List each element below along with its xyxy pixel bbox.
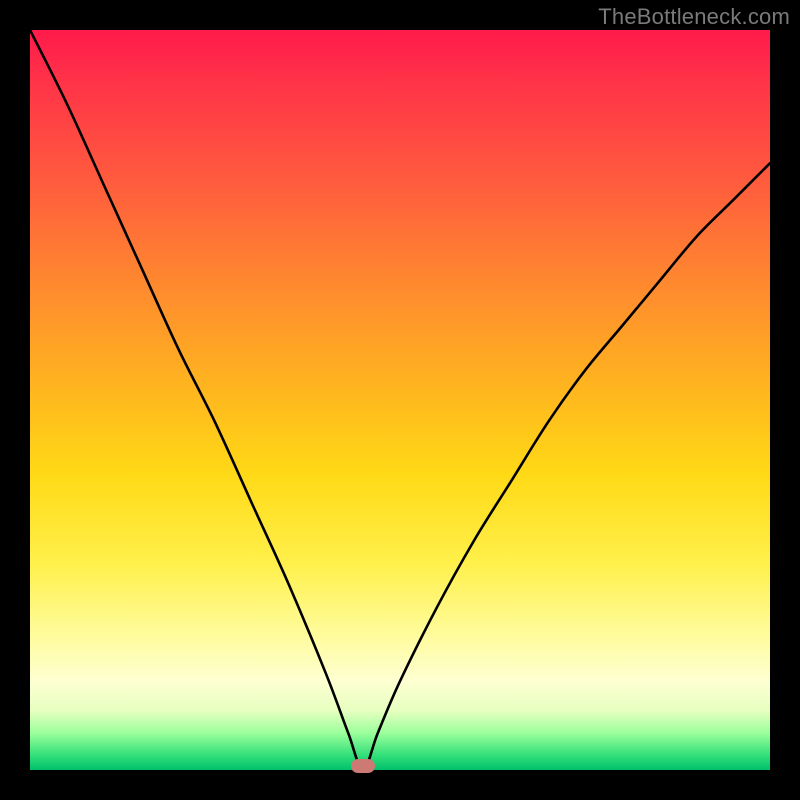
plot-area — [30, 30, 770, 770]
watermark-text: TheBottleneck.com — [598, 4, 790, 30]
optimum-marker — [351, 759, 375, 773]
chart-container: TheBottleneck.com — [0, 0, 800, 800]
bottleneck-curve — [30, 30, 770, 770]
curve-path — [30, 30, 770, 770]
